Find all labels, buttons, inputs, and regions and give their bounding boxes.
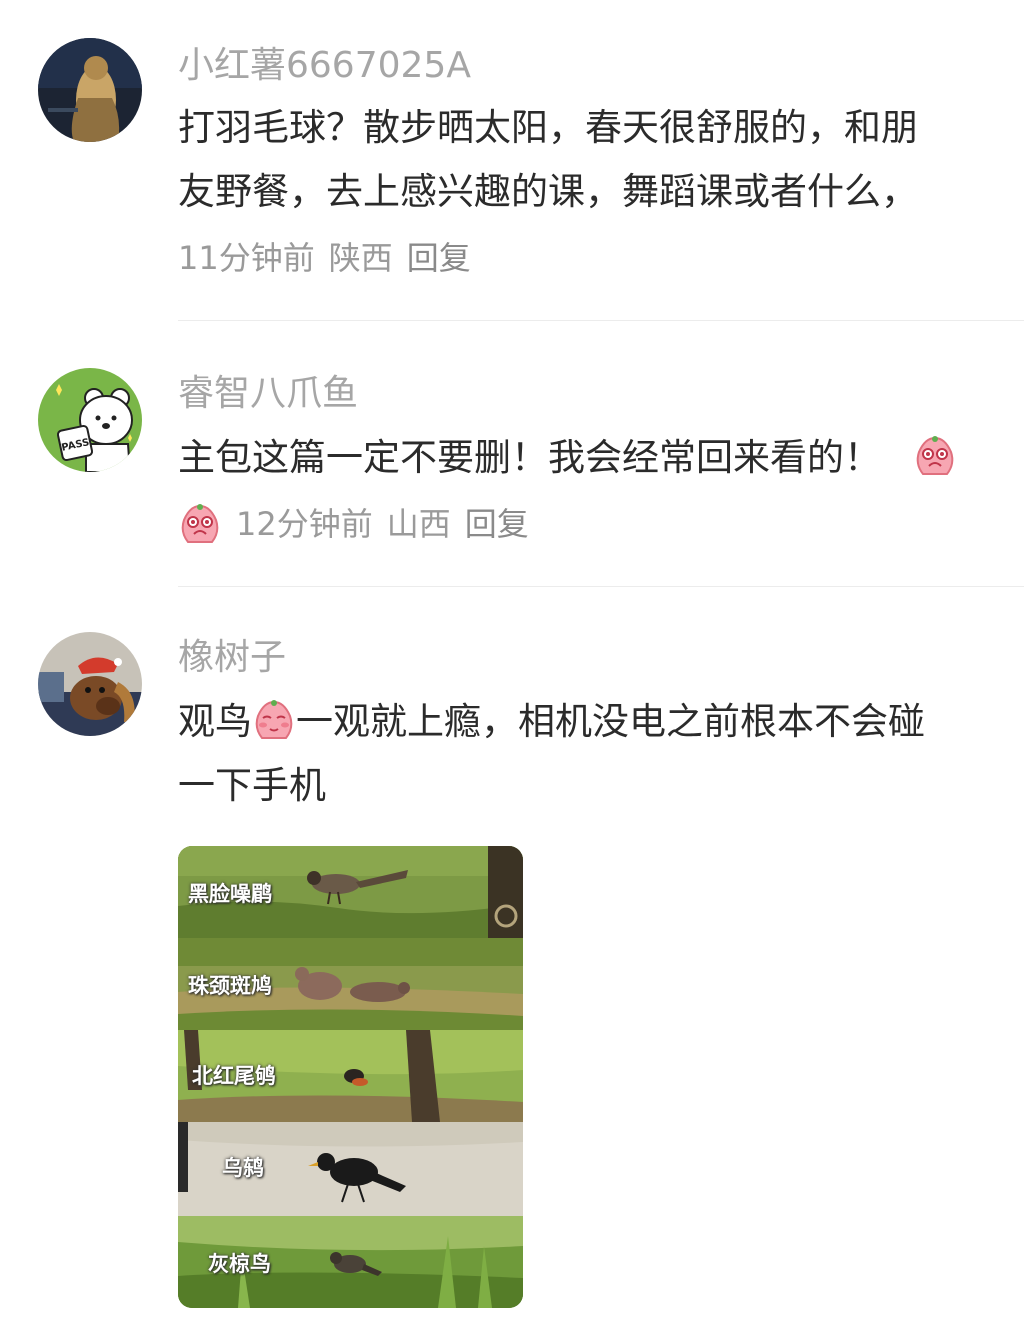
comment-line-text: 观鸟: [178, 700, 252, 743]
comment-line-text: 主包这篇一定不要删！我会经常回来看的！: [178, 436, 881, 479]
comment-text: 打羽毛球？散步晒太阳，春天很舒服的，和朋 友野餐，去上感兴趣的课，舞蹈课或者什么…: [178, 96, 1008, 224]
bird-label: 乌鸫: [222, 1155, 264, 1180]
comment-text: 观鸟 一观就上瘾，相机没电之前根本不会碰 一下手机: [178, 690, 1008, 818]
location: 山西: [386, 505, 451, 543]
avatar[interactable]: PASS: [38, 368, 142, 472]
comment-text: 主包这篇一定不要删！我会经常回来看的！: [178, 426, 1008, 490]
photo-strip: 北红尾鸲: [178, 1030, 523, 1122]
timestamp: 12分钟前: [236, 505, 373, 543]
comment-line: 观鸟 一观就上瘾，相机没电之前根本不会碰: [178, 690, 1008, 754]
comment-line: 一下手机: [178, 764, 326, 807]
pink-blob-shy-emoji: [255, 700, 293, 739]
username[interactable]: 橡树子: [178, 636, 286, 680]
comment-line: 友野餐，去上感兴趣的课，舞蹈课或者什么，: [178, 170, 918, 213]
reply-button[interactable]: 回复: [465, 504, 529, 544]
bird-label: 黑脸噪鹛: [188, 881, 272, 906]
comment-meta: 11分钟前 陕西 回复: [178, 238, 485, 278]
timestamp: 11分钟前: [178, 239, 315, 277]
bird-label: 北红尾鸲: [192, 1063, 276, 1088]
reply-button[interactable]: 回复: [407, 238, 471, 278]
bird-label: 珠颈斑鸠: [188, 973, 272, 998]
comment-line: 打羽毛球？散步晒太阳，春天很舒服的，和朋: [178, 106, 918, 149]
photo-strip: 乌鸫: [178, 1122, 523, 1216]
photo-collage[interactable]: 黑脸噪鹛 珠颈斑鸠 北红尾鸲 乌鸫 灰椋鸟: [178, 846, 523, 1308]
photo-strip: 珠颈斑鸠: [178, 938, 523, 1030]
photo-strip: 灰椋鸟: [178, 1216, 523, 1308]
divider: [178, 320, 1024, 321]
avatar[interactable]: [38, 38, 142, 142]
location: 陕西: [328, 239, 393, 277]
pink-blob-emoji: [916, 436, 954, 475]
comment-meta: 12分钟前 山西 回复: [178, 502, 543, 546]
pink-blob-emoji: [181, 504, 219, 543]
bird-label: 灰椋鸟: [208, 1251, 271, 1276]
photo-strip: 黑脸噪鹛: [178, 846, 523, 938]
comment-line: 主包这篇一定不要删！我会经常回来看的！: [178, 426, 1008, 490]
divider: [178, 586, 1024, 587]
avatar[interactable]: [38, 632, 142, 736]
username[interactable]: 睿智八爪鱼: [178, 372, 358, 416]
comment-line-text: 一观就上瘾，相机没电之前根本不会碰: [296, 700, 925, 743]
username[interactable]: 小红薯6667025A: [178, 44, 471, 88]
